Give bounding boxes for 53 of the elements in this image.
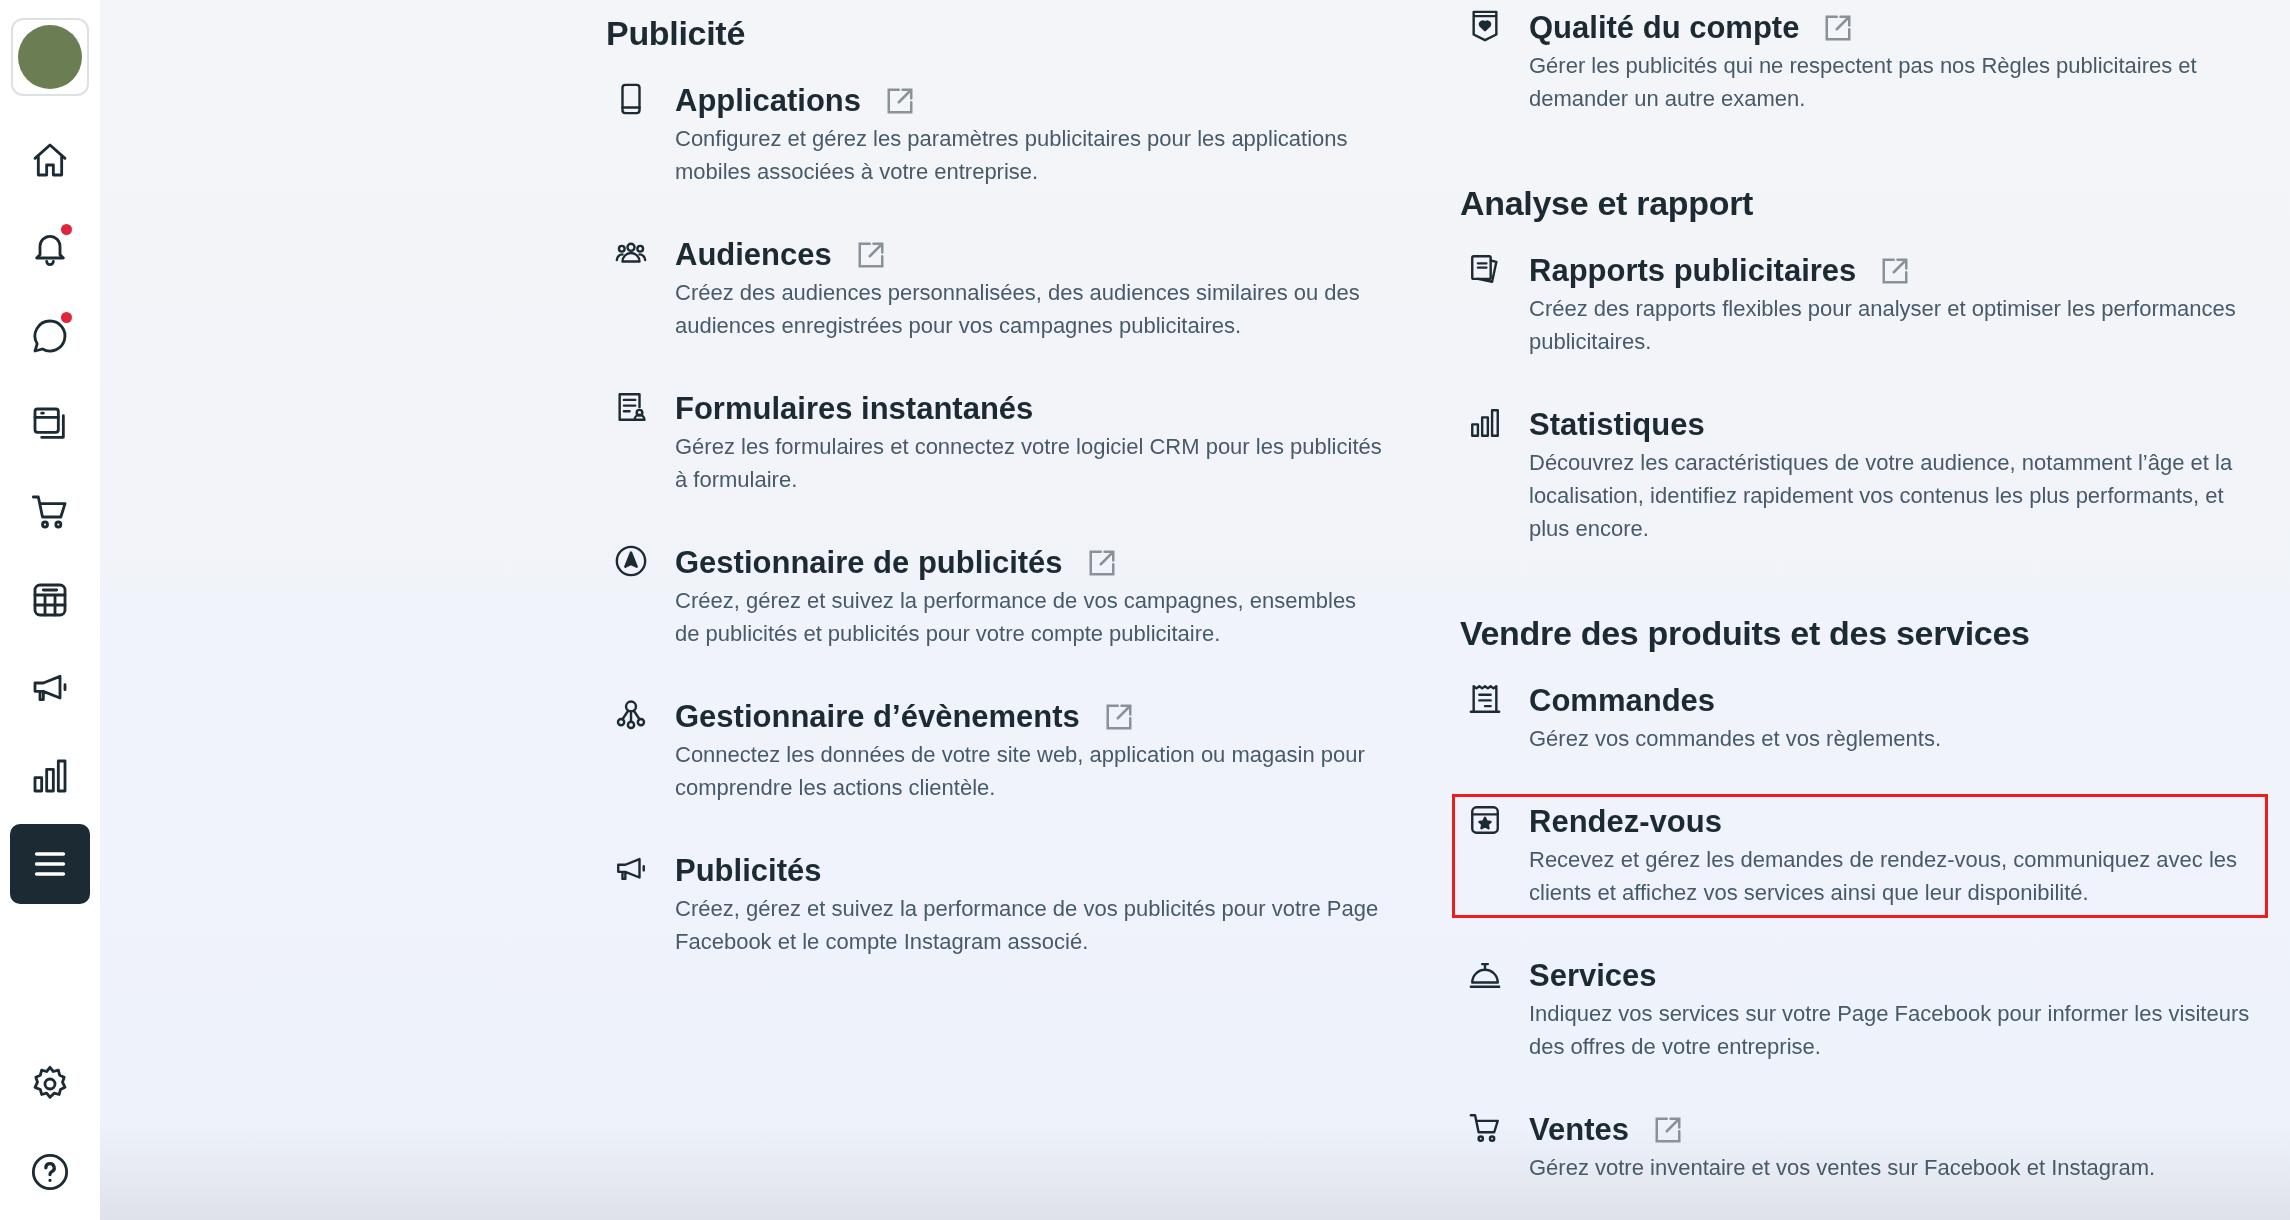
item-title[interactable]: Qualité du compte xyxy=(1529,9,1800,47)
section-heading: Publicité xyxy=(606,14,746,53)
section-heading: Vendre des produits et des services xyxy=(1460,614,2031,653)
network-nodes-icon xyxy=(614,698,648,732)
section-heading: Analyse et rapport xyxy=(1460,184,1755,223)
menu-item[interactable]: Commandes Gérez vos commandes et vos règlements. xyxy=(1452,673,2268,764)
menu-item[interactable]: Rapports publicitaires Créez des rapports flexibles pour analyser et optimiser les performances publicitaires. xyxy=(1452,243,2268,367)
cart-icon xyxy=(1468,1111,1502,1145)
item-description: Gérez vos commandes et vos règlements. xyxy=(1529,725,1942,753)
item-title[interactable]: Rendez-vous xyxy=(1529,803,1722,841)
item-title[interactable]: Rapports publicitaires xyxy=(1529,252,1857,290)
item-description: Créez des audiences personnalisées, des audiences similaires ou des audiences enregistrées pour vos campagnes publicitaires. xyxy=(675,279,1361,340)
menu-item[interactable]: Gestionnaire de publicités Créez, gérez et suivez la performance de vos campagnes, ensembles de publicités et publicités pour votre compte publicitaire. xyxy=(598,535,1394,659)
menu-item[interactable]: Ventes Gérez votre inventaire et vos ventes sur Facebook et Instagram. xyxy=(1452,1102,2268,1193)
item-description: Recevez et gérez les demandes de rendez-vous, communiquez avec les clients et affichez vos services ainsi que leur disponibilité. xyxy=(1529,846,2239,907)
external-link-icon[interactable] xyxy=(1823,13,1854,43)
item-description: Indiquez vos services sur votre Page Facebook pour informer les visiteurs des offres de votre entreprise. xyxy=(1529,1000,2251,1061)
item-title[interactable]: Gestionnaire de publicités xyxy=(675,544,1063,582)
menu-item[interactable]: Gestionnaire d’évènements Connectez les données de votre site web, application ou magasin pour comprendre les actions clientèle. xyxy=(598,689,1394,813)
item-title[interactable]: Commandes xyxy=(1529,682,1716,720)
item-title[interactable]: Audiences xyxy=(675,236,832,274)
item-title[interactable]: Formulaires instantanés xyxy=(675,390,1034,428)
item-description: Connectez les données de votre site web, application ou magasin pour comprendre les actions clientèle. xyxy=(675,741,1366,802)
external-link-icon[interactable] xyxy=(1880,256,1911,286)
menu-item[interactable]: Qualité du compte Gérer les publicités qui ne respectent pas nos Règles publicitaires et demander un autre examen. xyxy=(1452,0,2268,124)
menu-item[interactable]: Rendez-vous Recevez et gérez les demandes de rendez-vous, communiquez avec les clients et affichez vos services ainsi que leur disponibilité. xyxy=(1452,794,2268,918)
item-description: Gérez les formulaires et connectez votre logiciel CRM pour les publicités à formulaire. xyxy=(675,433,1383,494)
menu-item[interactable]: Services Indiquez vos services sur votre Page Facebook pour informer les visiteurs des offres de votre entreprise. xyxy=(1452,948,2268,1072)
item-description: Découvrez les caractéristiques de votre audience, notamment l’âge et la localisation, identifiez rapidement vos contenus les plus performants, et plus encore. xyxy=(1529,449,2234,543)
avatar-placeholder xyxy=(18,25,82,89)
menu-item[interactable]: Formulaires instantanés Gérez les formulaires et connectez votre logiciel CRM pour les publicités à formulaire. xyxy=(598,381,1394,505)
receipt-icon xyxy=(1468,682,1502,716)
item-title[interactable]: Ventes xyxy=(1529,1111,1629,1149)
item-description: Créez, gérez et suivez la performance de vos campagnes, ensembles de publicités et publicités pour votre compte publicitaire. xyxy=(675,587,1358,648)
item-description: Créez, gérez et suivez la performance de vos publicités pour votre Page Facebook et le compte Instagram associé. xyxy=(675,895,1380,956)
external-link-icon[interactable] xyxy=(885,86,915,116)
menu-item[interactable]: Audiences Créez des audiences personnalisées, des audiences similaires ou des audiences enregistrées pour vos campagnes publicitaires. xyxy=(598,227,1394,351)
item-description: Gérez votre inventaire et vos ventes sur Facebook et Instagram. xyxy=(1529,1154,2156,1182)
help-icon xyxy=(30,1152,70,1192)
item-title[interactable]: Publicités xyxy=(675,852,822,890)
menu-item[interactable]: Publicités Créez, gérez et suivez la performance de vos publicités pour votre Page Facebook et le compte Instagram associé. xyxy=(598,843,1394,967)
item-description: Créez des rapports flexibles pour analyser et optimiser les performances publicitaires. xyxy=(1529,295,2237,356)
item-title[interactable]: Statistiques xyxy=(1529,406,1705,444)
avatar-button[interactable] xyxy=(11,18,89,96)
item-title[interactable]: Services xyxy=(1529,957,1657,995)
menu-item[interactable]: Applications Configurez et gérez les paramètres publicitaires pour les applications mobiles associées à votre entreprise. xyxy=(598,73,1394,197)
item-title[interactable]: Gestionnaire d’évènements xyxy=(675,698,1080,736)
nav-button[interactable] xyxy=(10,824,90,904)
bar-chart-icon xyxy=(1468,406,1502,440)
item-description: Gérer les publicités qui ne respectent pas nos Règles publicitaires et demander un autre examen. xyxy=(1529,52,2198,113)
menu-item[interactable]: Statistiques Découvrez les caractéristiques de votre audience, notamment l’âge et la localisation, identifiez rapidement vos contenus les plus performants, et plus encore. xyxy=(1452,397,2268,554)
item-title[interactable]: Applications xyxy=(675,82,861,120)
item-description: Configurez et gérez les paramètres publicitaires pour les applications mobiles associées à votre entreprise. xyxy=(675,125,1349,186)
